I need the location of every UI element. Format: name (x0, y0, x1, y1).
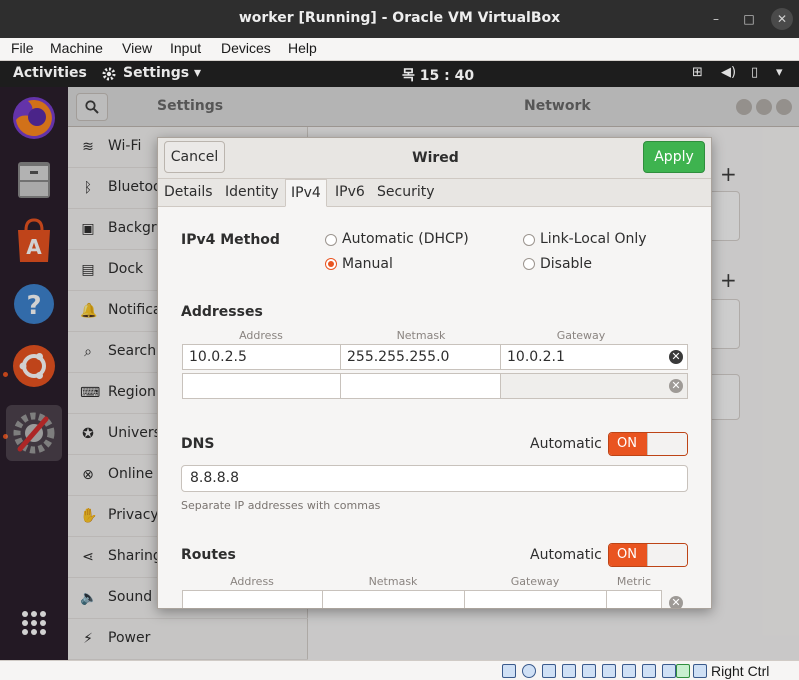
tab-ipv4[interactable]: IPv4 (285, 179, 327, 207)
tab-identity[interactable]: Identity (220, 179, 284, 207)
guest-additions-icon[interactable] (676, 664, 690, 678)
delete-address-icon[interactable]: ✕ (669, 350, 683, 364)
network-icon[interactable]: ⊞ (692, 65, 703, 80)
dialog-title: Wired (412, 150, 459, 166)
address-input[interactable]: 10.0.2.5 (182, 344, 341, 370)
ipv4-method-label: IPv4 Method (181, 232, 280, 248)
system-menu-icon[interactable]: ▾ (776, 65, 783, 80)
route-netmask-input[interactable] (322, 590, 465, 608)
hard-disk-icon[interactable] (502, 664, 516, 678)
battery-icon[interactable]: ▯ (751, 65, 758, 80)
radio-link-local[interactable] (523, 234, 535, 246)
radio-link-local-label[interactable]: Link-Local Only (540, 231, 647, 247)
dns-input[interactable]: 8.8.8.8 (181, 465, 688, 492)
route-gateway-column-header: Gateway (510, 575, 560, 588)
route-metric-input[interactable] (606, 590, 662, 608)
addresses-label: Addresses (181, 304, 263, 320)
routes-automatic-toggle[interactable]: ON (608, 543, 688, 567)
netmask-input[interactable]: 255.255.255.0 (340, 344, 501, 370)
gateway-input-empty[interactable] (500, 373, 661, 399)
recording-icon[interactable] (642, 664, 656, 678)
app-menu[interactable]: Settings ▾ (123, 65, 201, 81)
gateway-input[interactable]: 10.0.2.1 (500, 344, 661, 370)
tab-details[interactable]: Details (159, 179, 218, 207)
clock[interactable]: 목 15 : 40 (402, 65, 474, 85)
delete-address-icon[interactable]: ✕ (669, 379, 683, 393)
menu-view[interactable]: View (122, 40, 152, 56)
virtualbox-titlebar: worker [Running] - Oracle VM VirtualBox … (0, 0, 799, 38)
toggle-on-label: ON (609, 544, 649, 566)
dns-hint: Separate IP addresses with commas (181, 499, 381, 512)
dns-automatic-toggle[interactable]: ON (608, 432, 688, 456)
settings-app-icon (102, 67, 116, 81)
menu-devices[interactable]: Devices (221, 40, 271, 56)
ubuntu-topbar: Activities Settings ▾ 목 15 : 40 ⊞ ◀) ▯ ▾ (0, 61, 799, 87)
delete-route-icon[interactable]: ✕ (669, 596, 683, 608)
ipv4-page: IPv4 Method Automatic (DHCP) Manual Link… (158, 207, 711, 608)
wired-dialog: Cancel Wired Apply Details Identity IPv4… (157, 137, 712, 609)
dialog-tabs: Details Identity IPv4 IPv6 Security (158, 179, 711, 207)
menu-file[interactable]: File (11, 40, 34, 56)
radio-automatic-dhcp-label[interactable]: Automatic (DHCP) (342, 231, 469, 247)
close-button[interactable]: ✕ (771, 8, 793, 30)
shared-folders-icon[interactable] (602, 664, 616, 678)
maximize-button[interactable]: □ (738, 8, 760, 30)
menu-help[interactable]: Help (288, 40, 317, 56)
gateway-column-header: Gateway (556, 329, 606, 342)
radio-automatic-dhcp[interactable] (325, 234, 337, 246)
minimize-button[interactable]: – (705, 8, 727, 30)
dialog-headerbar: Cancel Wired Apply (158, 138, 711, 179)
apply-button[interactable]: Apply (643, 141, 705, 173)
route-address-input[interactable] (182, 590, 323, 608)
radio-manual-label[interactable]: Manual (342, 256, 393, 272)
virtualbox-statusbar: Right Ctrl (0, 660, 799, 680)
netmask-input-empty[interactable] (340, 373, 501, 399)
route-address-column-header: Address (230, 575, 274, 588)
tab-security[interactable]: Security (372, 179, 440, 207)
virtualbox-menubar: File Machine View Input Devices Help (0, 38, 799, 61)
radio-disable-label[interactable]: Disable (540, 256, 592, 272)
dns-label: DNS (181, 436, 215, 452)
audio-icon[interactable] (542, 664, 556, 678)
radio-manual[interactable] (325, 258, 337, 270)
network-adapter-icon[interactable] (562, 664, 576, 678)
display-icon[interactable] (622, 664, 636, 678)
toggle-knob (647, 544, 687, 566)
netmask-column-header: Netmask (396, 329, 446, 342)
keyboard-capture-icon[interactable] (693, 664, 707, 678)
dns-automatic-label: Automatic (530, 436, 602, 452)
routes-automatic-label: Automatic (530, 547, 602, 563)
window-title: worker [Running] - Oracle VM VirtualBox (238, 10, 561, 26)
tab-ipv6[interactable]: IPv6 (330, 179, 370, 207)
usb-icon[interactable] (582, 664, 596, 678)
activities-button[interactable]: Activities (13, 65, 87, 81)
route-gateway-input[interactable] (464, 590, 607, 608)
radio-disable[interactable] (523, 258, 535, 270)
volume-icon[interactable]: ◀) (721, 65, 736, 80)
toggle-knob (647, 433, 687, 455)
routes-label: Routes (181, 547, 236, 563)
host-key-label: Right Ctrl (711, 663, 770, 679)
address-input-empty[interactable] (182, 373, 341, 399)
route-metric-column-header: Metric (616, 575, 652, 588)
route-netmask-column-header: Netmask (368, 575, 418, 588)
optical-drive-icon[interactable] (522, 664, 536, 678)
address-column-header: Address (239, 329, 283, 342)
menu-machine[interactable]: Machine (50, 40, 103, 56)
menu-input[interactable]: Input (170, 40, 201, 56)
toggle-on-label: ON (609, 433, 649, 455)
cpu-icon[interactable] (662, 664, 676, 678)
